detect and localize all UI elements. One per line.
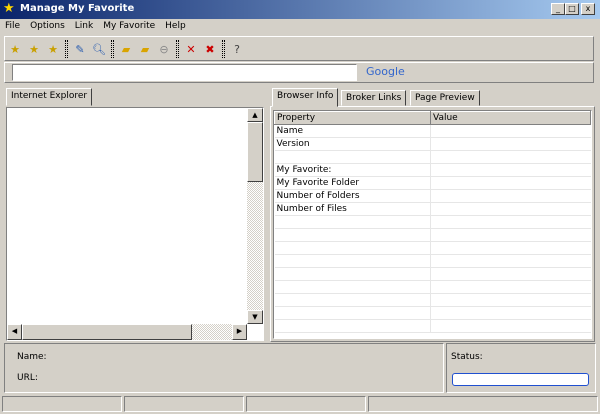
folder-open-icon[interactable]: ▰ (136, 40, 154, 58)
scroll-right-button[interactable]: ▶ (232, 324, 247, 340)
menu-bar: File Options Link My Favorite Help (0, 19, 191, 34)
value-cell (430, 150, 591, 164)
tab-broker-links[interactable]: Broker Links (341, 90, 407, 106)
table-row[interactable]: My Favorite: (274, 163, 591, 177)
property-cell: My Favorite Folder (274, 176, 431, 190)
details-panel: Name: URL: (4, 343, 444, 393)
table-row[interactable]: Version (274, 137, 591, 151)
table-row[interactable]: Number of Folders (274, 189, 591, 203)
maximize-button[interactable]: □ (565, 3, 579, 15)
url-label: URL: (17, 373, 38, 383)
tab-page-preview[interactable]: Page Preview (410, 90, 480, 106)
table-row[interactable] (274, 306, 591, 320)
search-input[interactable] (12, 64, 357, 81)
table-row[interactable]: Name (274, 124, 591, 138)
table-row[interactable] (274, 228, 591, 242)
value-cell (430, 202, 591, 216)
table-row[interactable] (274, 267, 591, 281)
value-cell (430, 228, 591, 242)
table-row[interactable] (274, 150, 591, 164)
delete-icon[interactable]: ✕ (182, 40, 200, 58)
value-cell (430, 137, 591, 151)
value-cell (430, 163, 591, 177)
menu-help[interactable]: Help (160, 19, 191, 34)
title-bar: ★ Manage My Favorite (0, 0, 600, 19)
search-icon[interactable]: 🔍︎ (90, 40, 108, 58)
property-cell: Version (274, 137, 431, 151)
scroll-up-button[interactable]: ▲ (247, 108, 263, 122)
table-row[interactable] (274, 293, 591, 307)
menu-my-favorite[interactable]: My Favorite (98, 19, 160, 34)
star-icon: ★ (3, 1, 15, 16)
table-row[interactable]: My Favorite Folder (274, 176, 591, 190)
property-cell: Number of Folders (274, 189, 431, 203)
scroll-left-button[interactable]: ◀ (7, 324, 22, 340)
value-cell (430, 189, 591, 203)
value-cell (430, 293, 591, 307)
minimize-button[interactable]: _ (551, 3, 565, 15)
scroll-down-button[interactable]: ▼ (247, 310, 263, 324)
tab-internet-explorer[interactable]: Internet Explorer (6, 88, 93, 106)
menu-link[interactable]: Link (70, 19, 98, 34)
value-cell (430, 124, 591, 138)
name-label: Name: (17, 352, 47, 362)
add-favorite-icon[interactable]: ★ (25, 40, 43, 58)
table-row[interactable] (274, 241, 591, 255)
close-button[interactable]: x (581, 3, 595, 15)
table-row[interactable] (274, 254, 591, 268)
progress-bar (452, 373, 589, 386)
horizontal-scroll-thumb[interactable] (22, 324, 192, 340)
property-cell: Number of Files (274, 202, 431, 216)
property-cell: Name (274, 124, 431, 138)
value-cell (430, 215, 591, 229)
column-header-property[interactable]: Property (274, 111, 431, 125)
table-row[interactable] (274, 319, 591, 333)
toolbar: ★ ★ ★ ✎ 🔍︎ ▰ ▰ ⊖ ✕ ✖ ? (6, 38, 246, 60)
delete-all-icon[interactable]: ✖ (201, 40, 219, 58)
help-icon[interactable]: ? (228, 40, 246, 58)
tree-view[interactable] (6, 107, 264, 341)
property-table: Property Value Name Version My Favorite: My … (273, 110, 592, 339)
property-cell (274, 280, 431, 294)
property-cell (274, 150, 431, 164)
table-row[interactable]: Number of Files (274, 202, 591, 216)
property-cell (274, 228, 431, 242)
property-cell (274, 319, 431, 333)
edit-icon[interactable]: ✎ (71, 40, 89, 58)
stop-icon[interactable]: ⊖ (155, 40, 173, 58)
value-cell (430, 319, 591, 333)
property-cell (274, 241, 431, 255)
value-cell (430, 306, 591, 320)
property-cell (274, 293, 431, 307)
move-favorite-icon[interactable]: ★ (44, 40, 62, 58)
menu-options[interactable]: Options (25, 19, 70, 34)
google-logo[interactable]: Google (366, 65, 405, 78)
favorite-star-icon[interactable]: ★ (6, 40, 24, 58)
property-cell: My Favorite: (274, 163, 431, 177)
value-cell (430, 280, 591, 294)
status-panel: Status: (446, 343, 596, 393)
vertical-scroll-thumb[interactable] (247, 122, 263, 182)
value-cell (430, 176, 591, 190)
status-bar-pane-2 (124, 396, 244, 412)
table-row[interactable] (274, 280, 591, 294)
status-bar-pane-3 (246, 396, 366, 412)
status-bar-pane-1 (2, 396, 122, 412)
value-cell (430, 267, 591, 281)
folder-icon[interactable]: ▰ (117, 40, 135, 58)
value-cell (430, 241, 591, 255)
tab-browser-info[interactable]: Browser Info (272, 88, 339, 107)
window-title: Manage My Favorite (20, 3, 135, 14)
column-header-value[interactable]: Value (430, 111, 591, 125)
property-cell (274, 254, 431, 268)
property-cell (274, 215, 431, 229)
status-bar-pane-4 (368, 396, 598, 412)
menu-file[interactable]: File (0, 19, 25, 34)
property-cell (274, 306, 431, 320)
table-row[interactable] (274, 215, 591, 229)
status-label: Status: (451, 352, 483, 362)
property-cell (274, 267, 431, 281)
value-cell (430, 254, 591, 268)
